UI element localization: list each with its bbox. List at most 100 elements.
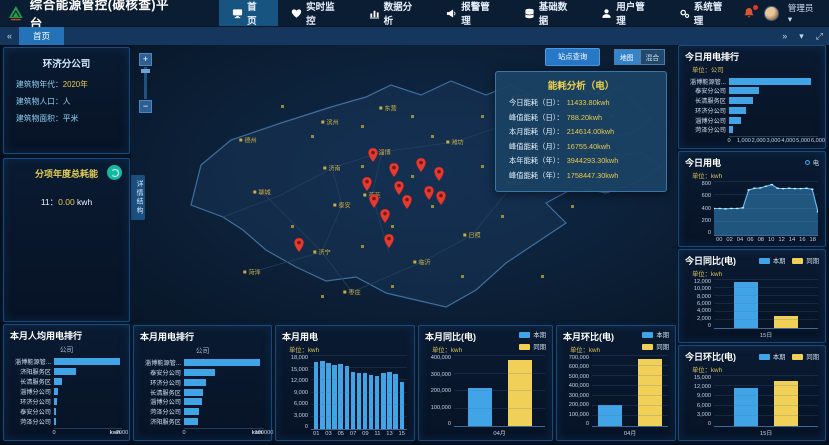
bar-label: 淄博分公司 — [10, 387, 54, 396]
legend-swatch — [642, 344, 653, 350]
monitor-icon — [232, 8, 243, 19]
today-mom-panel: 今日环比(电) 本期同期 单位：kwh 15,00012,0009,0006,0… — [678, 345, 826, 441]
detail-structure-toggle[interactable]: 详情结构 — [131, 175, 145, 220]
bar-row: 淄博分公司 — [685, 116, 818, 125]
bar-track — [729, 87, 818, 94]
today-usage-panel: 今日用电 电 单位：kwh 80060040020000002040608101… — [678, 151, 826, 247]
legend-label: 同期 — [533, 342, 546, 351]
site-query-button[interactable]: 站点查询 — [545, 48, 600, 66]
nav-item-label: 系统管理 — [694, 0, 731, 27]
tab-menu-icon[interactable]: ▾ — [793, 27, 810, 45]
plot-area — [714, 182, 818, 236]
nav-item-users[interactable]: 用户管理 — [588, 0, 666, 26]
gridline — [592, 415, 668, 416]
map-pin-icon[interactable] — [368, 148, 378, 167]
y-tick: 2,000 — [685, 317, 711, 322]
bar-label: 淄博能源管... — [140, 358, 184, 367]
map-canvas[interactable]: 德州滨州东营烟台威海青岛潍坊淄博济南聊城泰安莱芜济宁菏泽枣庄临沂日照 + − 站… — [131, 45, 677, 327]
map-pin-icon[interactable] — [402, 195, 412, 214]
zoom-slider-handle[interactable] — [141, 69, 150, 73]
bar-track — [54, 388, 122, 395]
bar-track — [184, 359, 264, 366]
plot-area — [454, 356, 545, 427]
x-tick: 15日 — [760, 428, 772, 437]
x-tick: 02 — [726, 237, 732, 243]
zoom-slider[interactable] — [144, 67, 147, 99]
map-pin-icon[interactable] — [294, 238, 304, 257]
x-tick: 11 — [374, 431, 380, 437]
map-pin-icon[interactable] — [416, 158, 426, 177]
nav-item-home[interactable]: 首页 — [219, 0, 278, 26]
x-tick: 4,000 — [781, 138, 795, 144]
zoom-in-button[interactable]: + — [139, 53, 152, 66]
y-tick: 0 — [685, 324, 711, 329]
refresh-icon[interactable] — [107, 165, 122, 180]
bar — [54, 378, 62, 385]
forward-tabs-icon[interactable]: » — [776, 27, 793, 45]
fullscreen-icon[interactable]: ⤢ — [810, 27, 829, 45]
x-tick: 04月 — [624, 428, 636, 437]
chart-area: 8006004002000 — [685, 182, 818, 236]
station-dot — [361, 165, 364, 168]
x-tick: 05 — [338, 431, 344, 437]
bar-rows: 淄博能源管...济阳服务区长清服务区淄博分公司环济分公司泰安分公司菏泽分公司 — [10, 356, 122, 427]
gridline — [454, 373, 545, 374]
chart-legend: 电 — [805, 158, 819, 167]
legend-swatch — [519, 344, 530, 350]
map-pin-icon[interactable] — [436, 191, 446, 210]
avatar[interactable] — [764, 6, 779, 21]
legend-item: 本期 — [759, 256, 786, 265]
map-pin-icon[interactable] — [389, 163, 399, 182]
x-tick: 16 — [799, 237, 805, 243]
legend-swatch — [759, 354, 770, 360]
x-tick: 08 — [758, 237, 764, 243]
bar-row: 淄博能源管... — [140, 358, 264, 367]
bar-row: 长清服务区 — [10, 377, 122, 386]
nav-item-basedata[interactable]: 基础数据 — [511, 0, 589, 26]
y-tick: 9,000 — [282, 391, 308, 396]
bar — [734, 282, 758, 328]
plot-area — [714, 280, 818, 329]
dashboard-app: 综合能源管控(碳核查)平台 首页 实时监控 数据分析 报警管理 基础数据 — [0, 0, 829, 445]
x-axis: 15日 — [714, 329, 818, 339]
map-pin-icon[interactable] — [369, 194, 379, 213]
notifications-button[interactable] — [743, 7, 755, 19]
bar-label: 长清服务区 — [140, 388, 184, 397]
x-tick: 5,000 — [796, 138, 810, 144]
layer-hybrid-button[interactable]: 混合 — [640, 49, 666, 65]
y-tick: 0 — [563, 422, 589, 427]
chart-area: 18,00015,00012,0009,0006,0003,0000 — [282, 356, 407, 430]
bar-label: 淄博分公司 — [140, 397, 184, 406]
zoom-out-button[interactable]: − — [139, 100, 152, 113]
bar — [332, 365, 336, 429]
x-axis: 0100000kwh — [140, 428, 264, 437]
bar — [729, 117, 741, 124]
nav-item-realtime[interactable]: 实时监控 — [278, 0, 356, 26]
x-tick: 09 — [362, 431, 368, 437]
map-pin-icon[interactable] — [424, 186, 434, 205]
user-menu[interactable]: 管理员 ▾ — [788, 2, 819, 25]
y-tick: 400,000 — [563, 384, 589, 389]
bar — [774, 381, 798, 426]
station-dot — [411, 115, 414, 118]
bar-row: 淄博能源管... — [10, 357, 122, 366]
bar — [375, 376, 379, 429]
gear-icon — [679, 8, 690, 19]
tab-home[interactable]: 首页 — [19, 27, 64, 45]
gridline — [714, 375, 818, 376]
y-tick: 400,000 — [425, 356, 451, 361]
nav-item-system[interactable]: 系统管理 — [666, 0, 744, 26]
nav-item-alarm[interactable]: 报警管理 — [433, 0, 511, 26]
y-tick: 200 — [685, 219, 711, 224]
map-pin-icon[interactable] — [380, 209, 390, 228]
x-tick: 0 — [182, 430, 185, 436]
map-pin-icon[interactable] — [434, 167, 444, 186]
logo-icon — [8, 5, 24, 21]
station-dot — [481, 115, 484, 118]
nav-item-analysis[interactable]: 数据分析 — [356, 0, 434, 26]
bar — [314, 362, 318, 429]
layer-map-button[interactable]: 地图 — [614, 49, 640, 65]
x-tick: 13 — [386, 431, 392, 437]
collapse-tabs-icon[interactable]: « — [0, 27, 19, 45]
map-pin-icon[interactable] — [384, 234, 394, 253]
